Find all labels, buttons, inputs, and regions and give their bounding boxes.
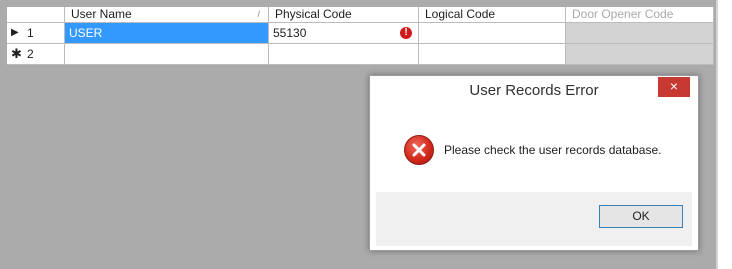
cell-logical-code[interactable] bbox=[419, 44, 566, 65]
grid-corner-header bbox=[7, 7, 65, 23]
new-row-star-icon: ✱ bbox=[11, 46, 22, 61]
sort-indicator-icon: / bbox=[257, 9, 260, 19]
window-edge bbox=[716, 0, 718, 269]
row-number: 2 bbox=[27, 47, 34, 61]
column-header-label: User Name bbox=[71, 7, 132, 21]
error-dialog: User Records Error × Please check the us… bbox=[369, 75, 699, 251]
dialog-body: Please check the user records database. bbox=[376, 106, 692, 192]
cell-physical-code[interactable] bbox=[269, 44, 419, 65]
close-button[interactable]: × bbox=[658, 77, 690, 97]
ok-button-label: OK bbox=[632, 209, 650, 223]
row-number: 1 bbox=[27, 26, 34, 40]
cell-user-name[interactable] bbox=[65, 44, 269, 65]
cell-user-name[interactable]: USER bbox=[65, 23, 269, 44]
error-icon bbox=[404, 135, 434, 165]
cell-logical-code[interactable] bbox=[419, 23, 566, 44]
column-header-label: Logical Code bbox=[425, 7, 496, 21]
row-header-2[interactable]: ✱ 2 bbox=[7, 44, 65, 65]
ok-button[interactable]: OK bbox=[599, 205, 683, 228]
column-header-physical-code[interactable]: Physical Code bbox=[269, 7, 419, 23]
column-header-logical-code[interactable]: Logical Code bbox=[419, 7, 566, 23]
cell-door-opener-code bbox=[566, 44, 714, 65]
column-header-label: Physical Code bbox=[275, 7, 352, 21]
dialog-message: Please check the user records database. bbox=[444, 143, 662, 157]
column-header-user-name[interactable]: User Name / bbox=[65, 7, 269, 23]
column-header-label: Door Opener Code bbox=[572, 7, 674, 21]
cell-physical-code[interactable]: 55130 ! bbox=[269, 23, 419, 44]
current-row-arrow-icon: ▶ bbox=[11, 27, 19, 38]
dialog-footer: OK bbox=[376, 192, 692, 246]
dialog-title: User Records Error bbox=[469, 82, 599, 99]
close-icon: × bbox=[669, 78, 679, 94]
column-header-door-opener-code[interactable]: Door Opener Code bbox=[566, 7, 714, 23]
cell-door-opener-code bbox=[566, 23, 714, 44]
cell-error-icon[interactable]: ! bbox=[400, 27, 412, 39]
cell-value: USER bbox=[69, 26, 103, 40]
row-header-1[interactable]: ▶ 1 bbox=[7, 23, 65, 44]
cell-value: 55130 bbox=[273, 26, 307, 40]
